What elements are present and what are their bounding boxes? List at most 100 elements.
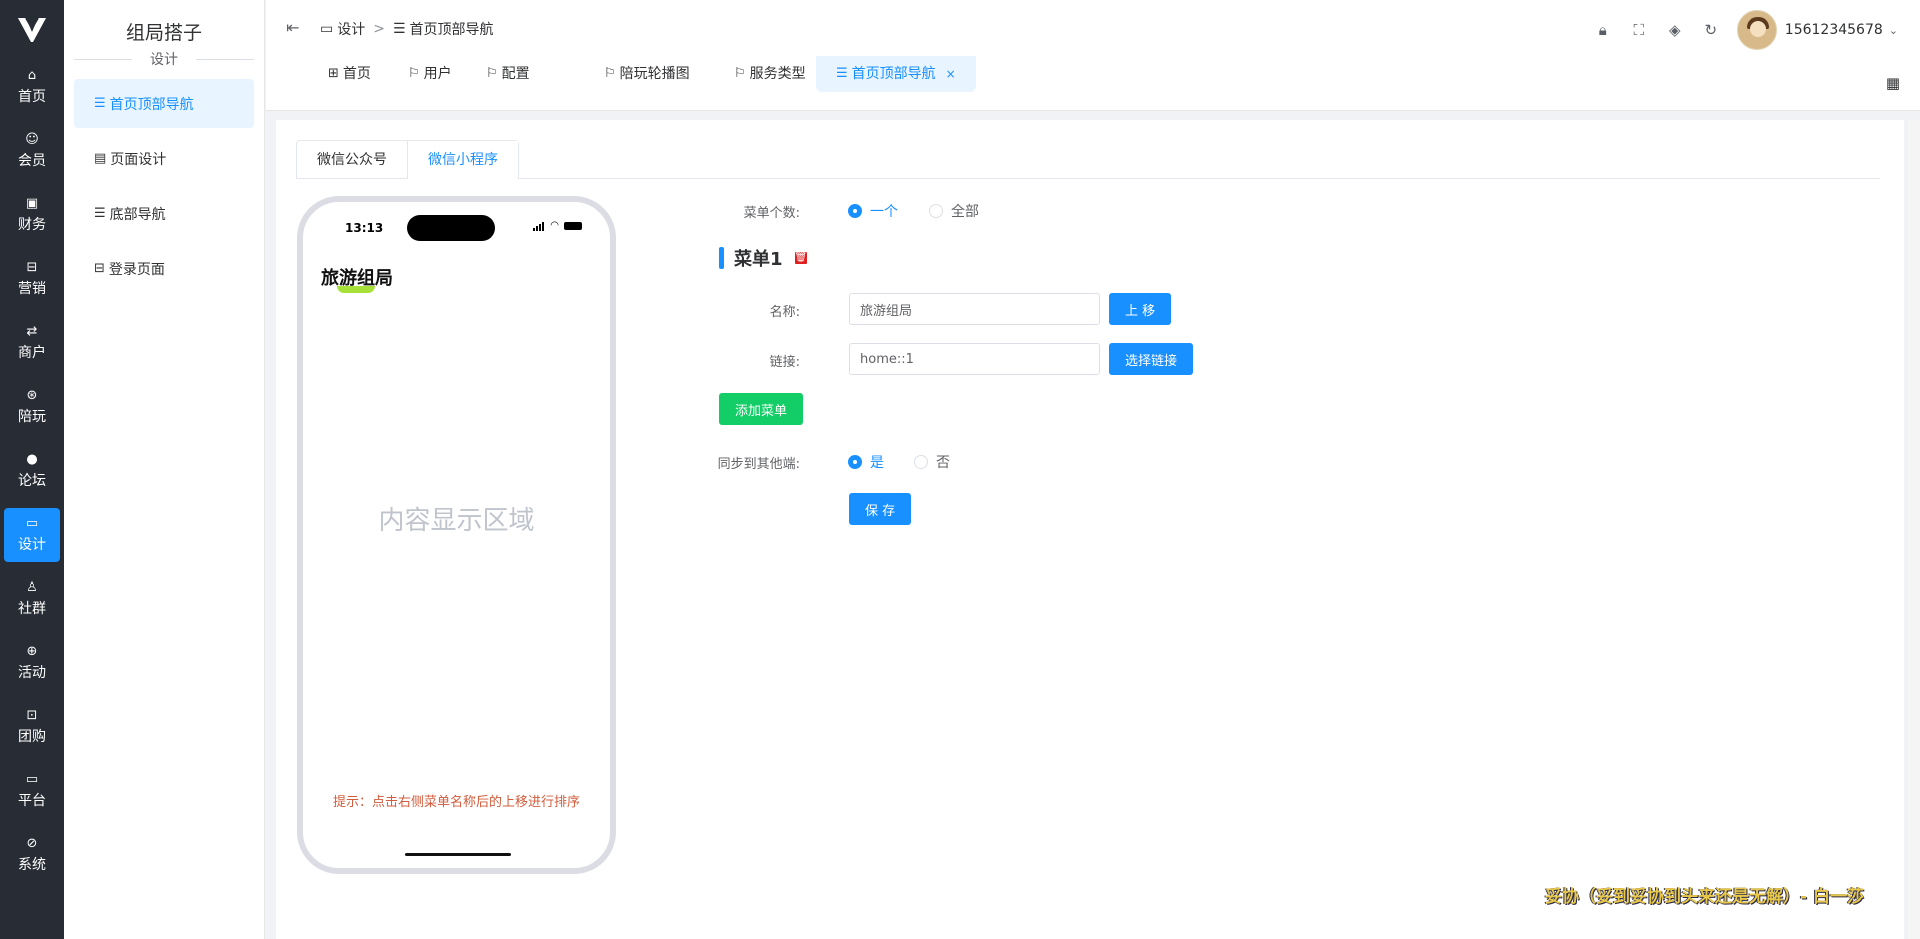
avatar[interactable] [1736, 10, 1777, 50]
fullscreen-icon[interactable]: ⛶ [1621, 21, 1657, 39]
radio-sync-no[interactable]: 否 [914, 452, 950, 472]
content-placeholder: 内容显示区域 [378, 506, 535, 536]
add-menu-button[interactable]: 添加菜单 [719, 393, 804, 425]
menu-name-input[interactable] [849, 293, 1100, 325]
save-button[interactable]: 保 存 [849, 493, 912, 525]
member-icon: ☺ [25, 132, 39, 147]
delete-icon[interactable]: 🗑︎ [794, 252, 807, 264]
refresh-icon[interactable]: ↻ [1693, 21, 1729, 39]
battery-icon [564, 221, 582, 230]
rail-item-group-buy[interactable]: ⊡ 团购 [4, 700, 60, 754]
rail-label: 营销 [18, 281, 46, 297]
radio-menu-all[interactable]: 全部 [929, 201, 979, 221]
breadcrumb: ▭ 设计 > ☰ 首页顶部导航 [320, 19, 494, 39]
rail-item-companion[interactable]: ⊛ 陪玩 [4, 380, 60, 434]
close-icon[interactable]: × [946, 56, 956, 92]
phone-nav-title: 旅游组局 [321, 268, 393, 289]
rail-label: 活动 [18, 665, 46, 681]
rail-item-system[interactable]: ⊘ 系统 [4, 828, 60, 882]
tag-service-type[interactable]: ⚐ 服务类型 [714, 56, 826, 92]
link-label: 链接: [769, 355, 800, 370]
community-icon: ♙ [26, 580, 38, 595]
rail-item-platform[interactable]: ▭ 平台 [4, 764, 60, 818]
status-icons: ◠ [533, 220, 582, 231]
wifi-icon: ◠ [550, 220, 559, 231]
tag-user[interactable]: ⚐ 用户 [388, 56, 472, 92]
rail-item-community[interactable]: ♙ 社群 [4, 572, 60, 626]
radio-label: 是 [870, 455, 884, 471]
rail-item-activity[interactable]: ⊕ 活动 [4, 636, 60, 690]
radio-dot [848, 455, 862, 469]
menu-item-header: 菜单1 🗑︎ [719, 245, 807, 271]
rail-label: 平台 [18, 793, 46, 809]
logo-icon [18, 17, 46, 42]
tag-label: 首页 [342, 66, 371, 82]
tag-top-nav[interactable]: ☰ 首页顶部导航 × [816, 56, 976, 92]
merchant-icon: ⇄ [26, 324, 38, 339]
grid-menu-icon[interactable]: ▦ [1886, 74, 1900, 92]
main-rail: ⌂ 首页 ☺ 会员 ▣ 财务 ⊟ 营销 ⇄ 商户 ⊛ 陪玩 ● 论坛 ▭ 设计 ♙ 社群 ⊕ 活动 … [0, 0, 64, 939]
rail-item-marketing[interactable]: ⊟ 营销 [4, 252, 60, 306]
rail-label: 商户 [18, 345, 46, 361]
flag-icon: ⚐ [604, 66, 616, 81]
menu-link-input[interactable] [849, 343, 1100, 375]
top-bar: ⇤ ▭ 设计 > ☰ 首页顶部导航 🔒︎ ⛶ ◈ ↻ 15612345678 ⌄ [266, 0, 1920, 56]
breadcrumb-separator: > [373, 21, 385, 37]
tag-config[interactable]: ⚐ 配置 [466, 56, 550, 92]
home-indicator [405, 853, 511, 856]
content-card: 微信公众号 微信小程序 13:13 ◠ 旅游组局 内容显示区域 提示：点击右侧菜… [276, 120, 1904, 939]
tag-label: 服务类型 [749, 66, 806, 82]
rail-item-forum[interactable]: ● 论坛 [4, 444, 60, 498]
submenu-item-page-design[interactable]: ▤ 页面设计 [74, 134, 254, 183]
collapse-menu-icon[interactable]: ⇤ [286, 18, 299, 37]
marketing-icon: ⊟ [26, 260, 38, 275]
breadcrumb-item-current: 首页顶部导航 [409, 22, 494, 38]
tag-banner[interactable]: ⚐ 陪玩轮播图 [584, 56, 710, 92]
page-scrollbar[interactable] [1908, 120, 1920, 939]
submenu-item-label: 底部导航 [109, 206, 166, 223]
name-label: 名称: [769, 305, 800, 320]
platform-icon: ▭ [25, 772, 39, 787]
rail-label: 首页 [18, 89, 46, 105]
move-up-button[interactable]: 上 移 [1109, 293, 1172, 325]
page-icon: ▤ [94, 151, 107, 166]
submenu-item-bottom-nav[interactable]: ☰ 底部导航 [74, 189, 254, 238]
rail-item-home[interactable]: ⌂ 首页 [4, 60, 60, 114]
submenu-item-top-nav[interactable]: ☰ 首页顶部导航 [74, 79, 254, 128]
clear-cache-icon[interactable]: ◈ [1657, 21, 1693, 39]
breadcrumb-item-design[interactable]: 设计 [337, 19, 365, 39]
slogan-text: 妥协（妥到妥协到头来还是无解）- 白一莎 [1545, 887, 1864, 907]
app-logo[interactable] [0, 0, 64, 60]
finance-icon: ▣ [25, 196, 39, 211]
list-icon: ☰ [94, 96, 106, 111]
tag-home[interactable]: ⊞ 首页 [308, 56, 391, 92]
rail-label: 陪玩 [18, 409, 46, 425]
radio-menu-one[interactable]: 一个 [848, 201, 898, 221]
lock-icon[interactable]: 🔒︎ [1585, 21, 1621, 39]
rail-item-merchant[interactable]: ⇄ 商户 [4, 316, 60, 370]
tab-wechat-official[interactable]: 微信公众号 [297, 141, 407, 179]
list-icon: ☰ [94, 206, 106, 221]
rail-item-design[interactable]: ▭ 设计 [4, 508, 60, 562]
submenu-item-login-page[interactable]: ⊟ 登录页面 [74, 244, 254, 293]
login-icon: ⊟ [94, 261, 105, 276]
tab-wechat-miniprogram[interactable]: 微信小程序 [407, 141, 518, 179]
list-icon: ☰ [836, 66, 848, 81]
chevron-down-icon[interactable]: ⌄ [1889, 24, 1898, 37]
rail-label: 系统 [18, 857, 46, 873]
forum-icon: ● [26, 452, 38, 467]
rail-label: 社群 [18, 601, 46, 617]
tag-label: 用户 [423, 66, 452, 82]
phone-preview: 13:13 ◠ 旅游组局 内容显示区域 提示：点击右侧菜单名称后的上移进行排序 [297, 196, 616, 874]
rail-item-finance[interactable]: ▣ 财务 [4, 188, 60, 242]
select-link-button[interactable]: 选择链接 [1109, 343, 1194, 375]
list-icon: ☰ [392, 21, 406, 37]
platform-tabs: 微信公众号 微信小程序 [296, 140, 1880, 179]
design-icon: ▭ [25, 516, 39, 531]
signal-icon [533, 221, 545, 231]
rail-item-member[interactable]: ☺ 会员 [4, 124, 60, 178]
user-name[interactable]: 15612345678 [1785, 22, 1883, 38]
radio-dot [914, 455, 928, 469]
radio-sync-yes[interactable]: 是 [848, 452, 884, 472]
activity-icon: ⊕ [26, 644, 38, 659]
